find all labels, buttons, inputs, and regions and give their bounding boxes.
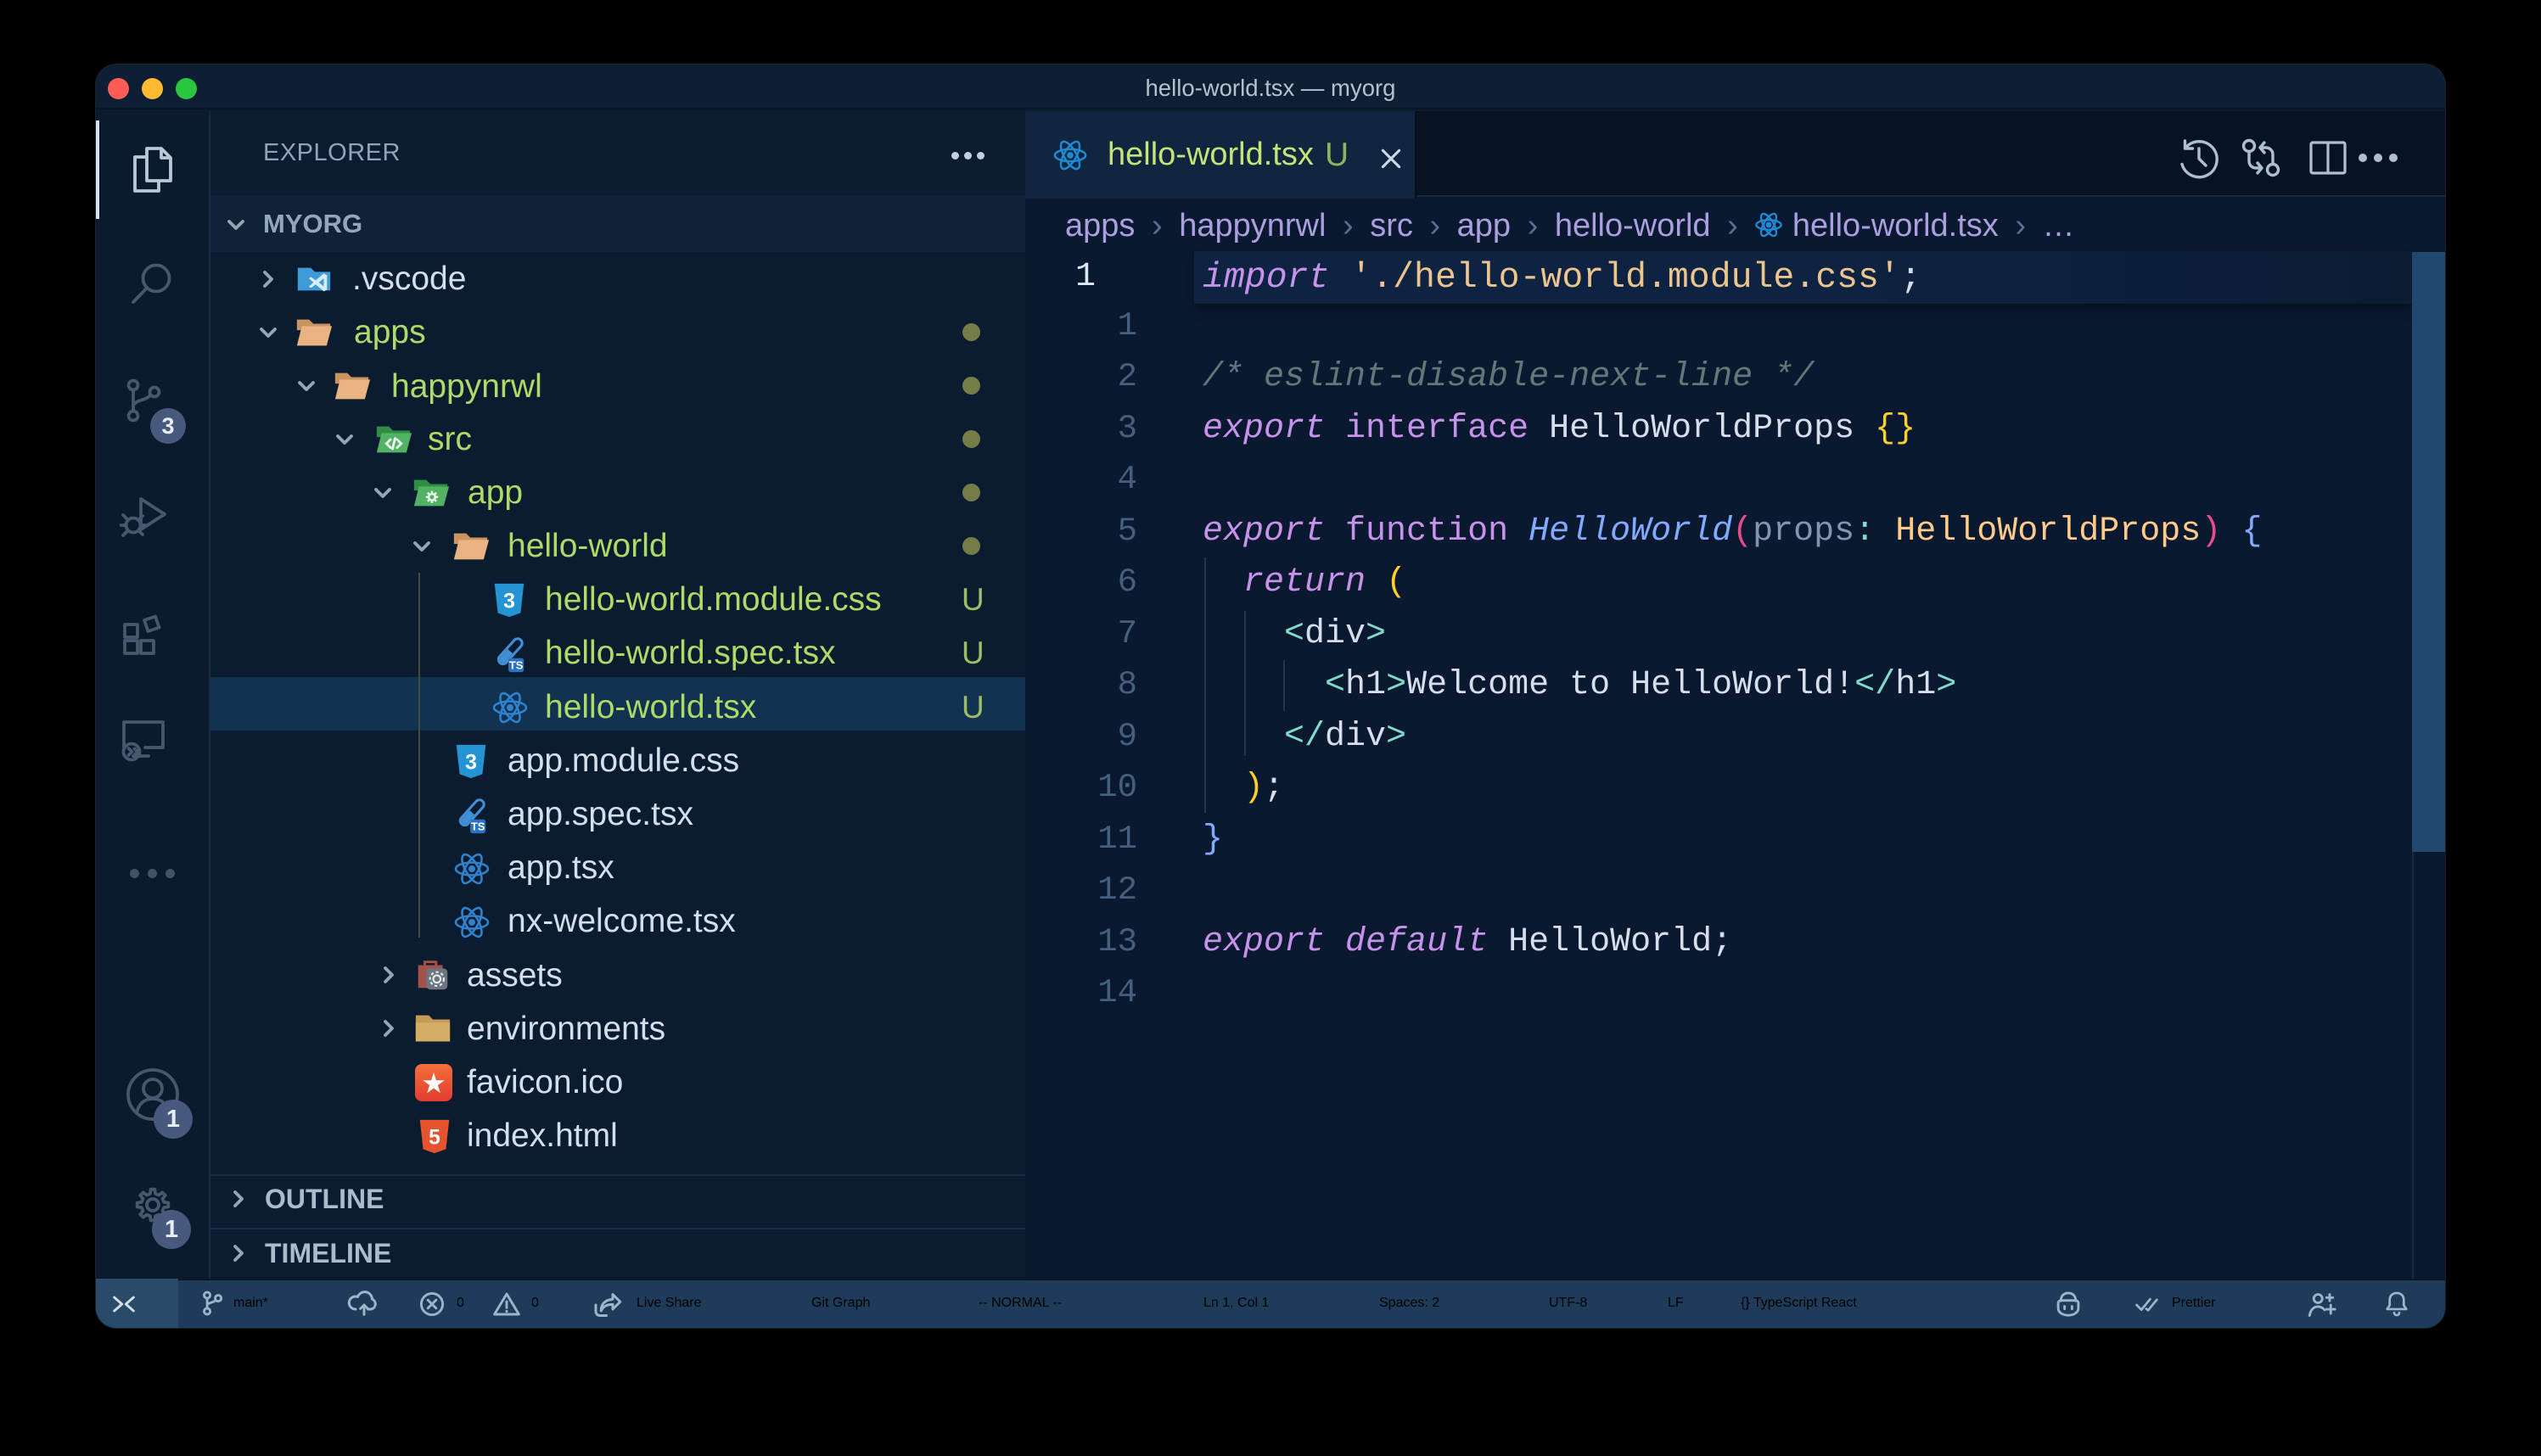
svg-text:TS: TS: [471, 820, 485, 833]
svg-text:TS: TS: [509, 659, 524, 672]
svg-text:3: 3: [465, 751, 477, 775]
svg-text:3: 3: [503, 590, 515, 613]
svg-text:5: 5: [429, 1126, 440, 1150]
